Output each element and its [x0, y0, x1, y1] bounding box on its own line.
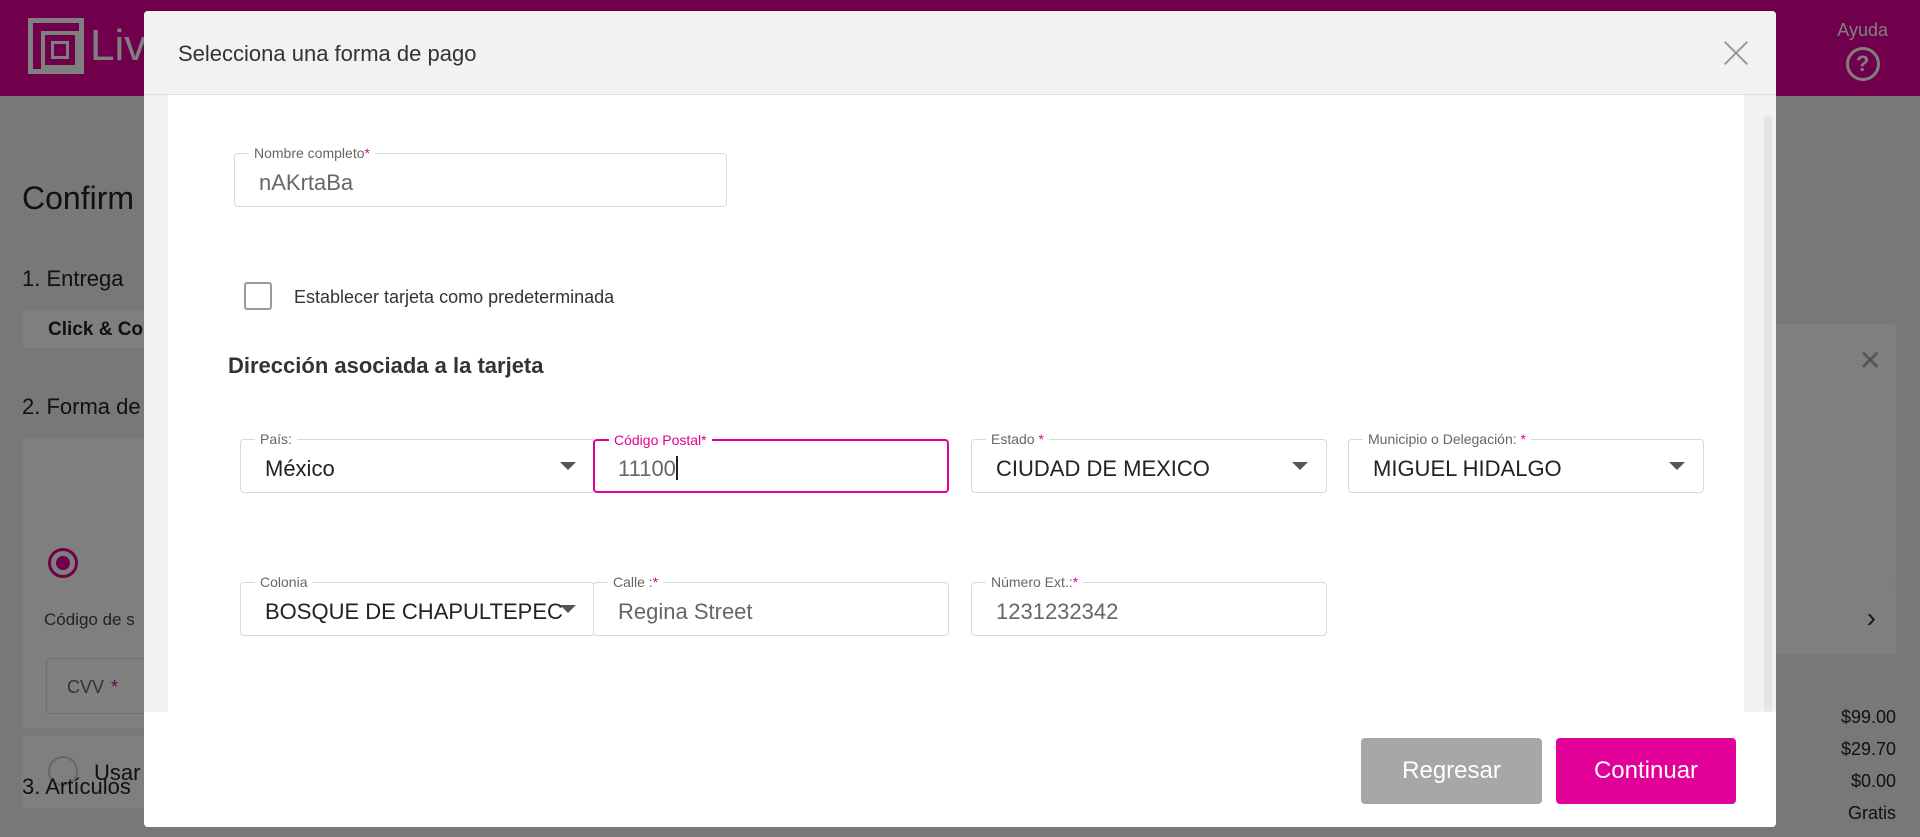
state-value: CIUDAD DE MEXICO — [996, 456, 1210, 481]
ext-number-label: Número Ext.:* — [986, 574, 1084, 590]
modal-footer: Regresar Continuar — [144, 712, 1776, 827]
default-card-checkbox[interactable] — [244, 282, 272, 310]
card-form: Nombre completo* nAKrtaBa Establecer tar… — [168, 95, 1744, 712]
municipality-label: Municipio o Delegación: * — [1363, 431, 1531, 447]
colonia-select[interactable]: Colonia BOSQUE DE CHAPULTEPEC — [240, 574, 595, 636]
street-input[interactable]: Calle :* Regina Street — [593, 574, 949, 636]
municipality-value: MIGUEL HIDALGO — [1373, 456, 1562, 481]
state-label: Estado * — [986, 431, 1049, 447]
country-value: México — [265, 456, 335, 481]
modal-header: Selecciona una forma de pago — [144, 11, 1776, 95]
address-section-title: Dirección asociada a la tarjeta — [228, 353, 544, 378]
street-label: Calle :* — [608, 574, 664, 590]
colonia-label: Colonia — [255, 574, 313, 590]
continue-button[interactable]: Continuar — [1556, 738, 1736, 804]
postal-code-input[interactable]: Código Postal* 11100 — [593, 432, 949, 493]
modal-body: Nombre completo* nAKrtaBa Establecer tar… — [144, 95, 1776, 712]
chevron-down-icon — [1292, 462, 1308, 470]
modal-scrollbar[interactable] — [1764, 115, 1772, 712]
chevron-down-icon — [560, 605, 576, 613]
full-name-label: Nombre completo* — [249, 145, 375, 161]
country-label: País: — [255, 431, 297, 447]
state-select[interactable]: Estado * CIUDAD DE MEXICO — [971, 431, 1327, 493]
postal-code-value: 11100 — [618, 456, 678, 481]
street-value: Regina Street — [618, 599, 753, 624]
ext-number-value: 1231232342 — [996, 599, 1119, 624]
full-name-value: nAKrtaBa — [259, 170, 354, 195]
colonia-value: BOSQUE DE CHAPULTEPEC — [265, 599, 563, 624]
chevron-down-icon — [560, 462, 576, 470]
payment-method-modal: Selecciona una forma de pago Nombre comp… — [144, 11, 1776, 827]
postal-code-label: Código Postal* — [609, 432, 712, 448]
default-card-label[interactable]: Establecer tarjeta como predeterminada — [294, 287, 614, 308]
ext-number-input[interactable]: Número Ext.:* 1231232342 — [971, 574, 1327, 636]
text-cursor — [675, 456, 678, 480]
municipality-select[interactable]: Municipio o Delegación: * MIGUEL HIDALGO — [1348, 431, 1704, 493]
full-name-field[interactable]: Nombre completo* nAKrtaBa — [234, 145, 727, 207]
country-select[interactable]: País: México — [240, 431, 595, 493]
chevron-down-icon — [1669, 462, 1685, 470]
close-icon[interactable] — [1722, 39, 1750, 67]
modal-title: Selecciona una forma de pago — [178, 41, 477, 66]
back-button[interactable]: Regresar — [1361, 738, 1542, 804]
